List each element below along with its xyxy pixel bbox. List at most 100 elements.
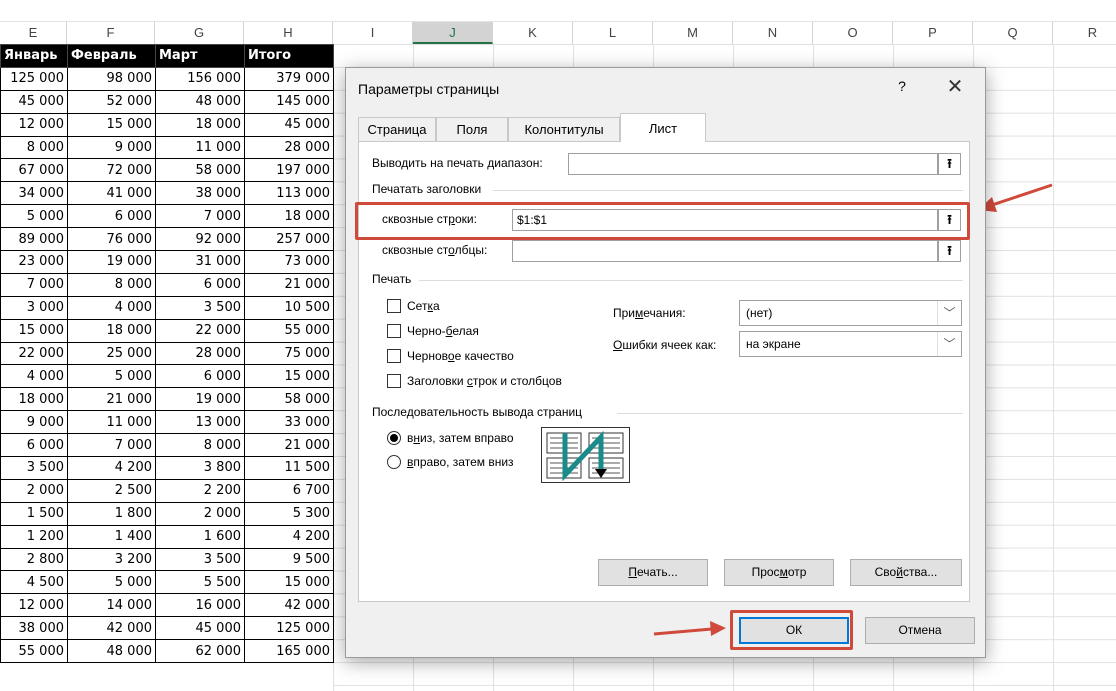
down-then-over-radio[interactable] [387,431,401,445]
table-cell[interactable]: 89 000 [0,227,68,252]
column-header-j[interactable]: J [413,22,493,44]
gridlines-checkbox[interactable] [387,299,401,313]
table-cell[interactable]: 45 000 [155,616,245,641]
table-cell[interactable]: 34 000 [0,181,68,206]
table-cell[interactable]: 22 000 [155,318,245,343]
over-then-down-radio[interactable] [387,455,401,469]
table-cell[interactable]: 145 000 [244,89,334,114]
table-cell[interactable]: 14 000 [67,593,156,618]
table-cell[interactable]: 7 000 [67,433,156,458]
header-cell[interactable]: Итого [244,44,334,68]
table-cell[interactable]: 21 000 [244,433,334,458]
table-cell[interactable]: 19 000 [155,387,245,412]
table-cell[interactable]: 55 000 [244,318,334,343]
options-button[interactable]: Свойства... [850,559,962,586]
tab-sheet[interactable]: Лист [620,113,706,142]
table-cell[interactable]: 58 000 [155,158,245,183]
table-cell[interactable]: 21 000 [67,387,156,412]
column-header-g[interactable]: G [155,22,244,44]
table-cell[interactable]: 18 000 [67,318,156,343]
table-cell[interactable]: 15 000 [67,112,156,137]
table-cell[interactable]: 4 000 [0,364,68,389]
help-button[interactable]: ? [894,78,910,94]
table-cell[interactable]: 76 000 [67,227,156,252]
table-cell[interactable]: 2 800 [0,547,68,572]
table-cell[interactable]: 6 000 [0,433,68,458]
table-cell[interactable]: 98 000 [67,66,156,91]
table-cell[interactable]: 42 000 [67,616,156,641]
table-cell[interactable]: 11 500 [244,456,334,480]
column-header-n[interactable]: N [733,22,813,44]
table-cell[interactable]: 13 000 [155,410,245,435]
errors-select[interactable]: на экране ﹀ [739,331,962,357]
column-header-m[interactable]: M [653,22,733,44]
print-preview-button[interactable]: Просмотр [724,559,834,586]
table-cell[interactable]: 12 000 [0,593,68,618]
table-cell[interactable]: 3 800 [155,456,245,480]
table-cell[interactable]: 3 500 [0,456,68,480]
table-cell[interactable]: 42 000 [244,593,334,618]
column-header-l[interactable]: L [573,22,653,44]
tab-page[interactable]: Страница [358,117,436,141]
table-cell[interactable]: 12 000 [0,112,68,137]
table-cell[interactable]: 2 000 [155,501,245,526]
table-cell[interactable]: 9 000 [67,135,156,160]
table-cell[interactable]: 19 000 [67,250,156,274]
table-cell[interactable]: 41 000 [67,181,156,206]
table-cell[interactable]: 75 000 [244,341,334,366]
collapse-print-area-icon[interactable]: ⭱ [938,153,961,175]
column-header-q[interactable]: Q [973,22,1053,44]
table-cell[interactable]: 22 000 [0,341,68,366]
table-cell[interactable]: 45 000 [0,89,68,114]
table-cell[interactable]: 8 000 [155,433,245,458]
table-cell[interactable]: 113 000 [244,181,334,206]
table-cell[interactable]: 15 000 [244,570,334,595]
collapse-cols-icon[interactable]: ⭱ [938,240,961,262]
table-cell[interactable]: 15 000 [244,364,334,389]
table-cell[interactable]: 2 200 [155,478,245,503]
header-cell[interactable]: Январь [0,44,68,68]
table-cell[interactable]: 4 200 [67,456,156,480]
table-cell[interactable]: 92 000 [155,227,245,252]
table-cell[interactable]: 25 000 [67,341,156,366]
table-cell[interactable]: 4 500 [0,570,68,595]
table-cell[interactable]: 3 500 [155,295,245,320]
table-cell[interactable]: 5 000 [67,570,156,595]
cols-repeat-input[interactable] [512,240,938,262]
table-cell[interactable]: 18 000 [244,204,334,229]
table-cell[interactable]: 73 000 [244,250,334,274]
cancel-button[interactable]: Отмена [865,617,975,644]
table-cell[interactable]: 6 000 [155,364,245,389]
table-cell[interactable]: 5 500 [155,570,245,595]
table-cell[interactable]: 38 000 [155,181,245,206]
column-header-o[interactable]: O [813,22,893,44]
table-cell[interactable]: 257 000 [244,227,334,252]
table-cell[interactable]: 55 000 [0,639,68,664]
table-cell[interactable]: 2 500 [67,478,156,503]
column-header-p[interactable]: P [893,22,973,44]
table-cell[interactable]: 8 000 [67,272,156,297]
table-cell[interactable]: 9 000 [0,410,68,435]
comments-select[interactable]: (нет) ﹀ [739,300,962,326]
draft-quality-checkbox[interactable] [387,349,401,363]
table-cell[interactable]: 6 000 [155,272,245,297]
table-cell[interactable]: 28 000 [155,341,245,366]
table-cell[interactable]: 67 000 [0,158,68,183]
table-cell[interactable]: 6 700 [244,478,334,503]
tab-header-footer[interactable]: Колонтитулы [508,117,620,141]
table-cell[interactable]: 48 000 [155,89,245,114]
table-cell[interactable]: 15 000 [0,318,68,343]
table-cell[interactable]: 156 000 [155,66,245,91]
table-cell[interactable]: 5 000 [67,364,156,389]
table-cell[interactable]: 11 000 [155,135,245,160]
table-cell[interactable]: 3 000 [0,295,68,320]
column-header-k[interactable]: K [493,22,573,44]
tab-margins[interactable]: Поля [436,117,508,141]
table-cell[interactable]: 45 000 [244,112,334,137]
table-cell[interactable]: 11 000 [67,410,156,435]
table-cell[interactable]: 165 000 [244,639,334,664]
table-cell[interactable]: 3 500 [155,547,245,572]
column-header-e[interactable]: E [0,22,67,44]
print-button[interactable]: Печать... [598,559,708,586]
table-cell[interactable]: 125 000 [244,616,334,641]
